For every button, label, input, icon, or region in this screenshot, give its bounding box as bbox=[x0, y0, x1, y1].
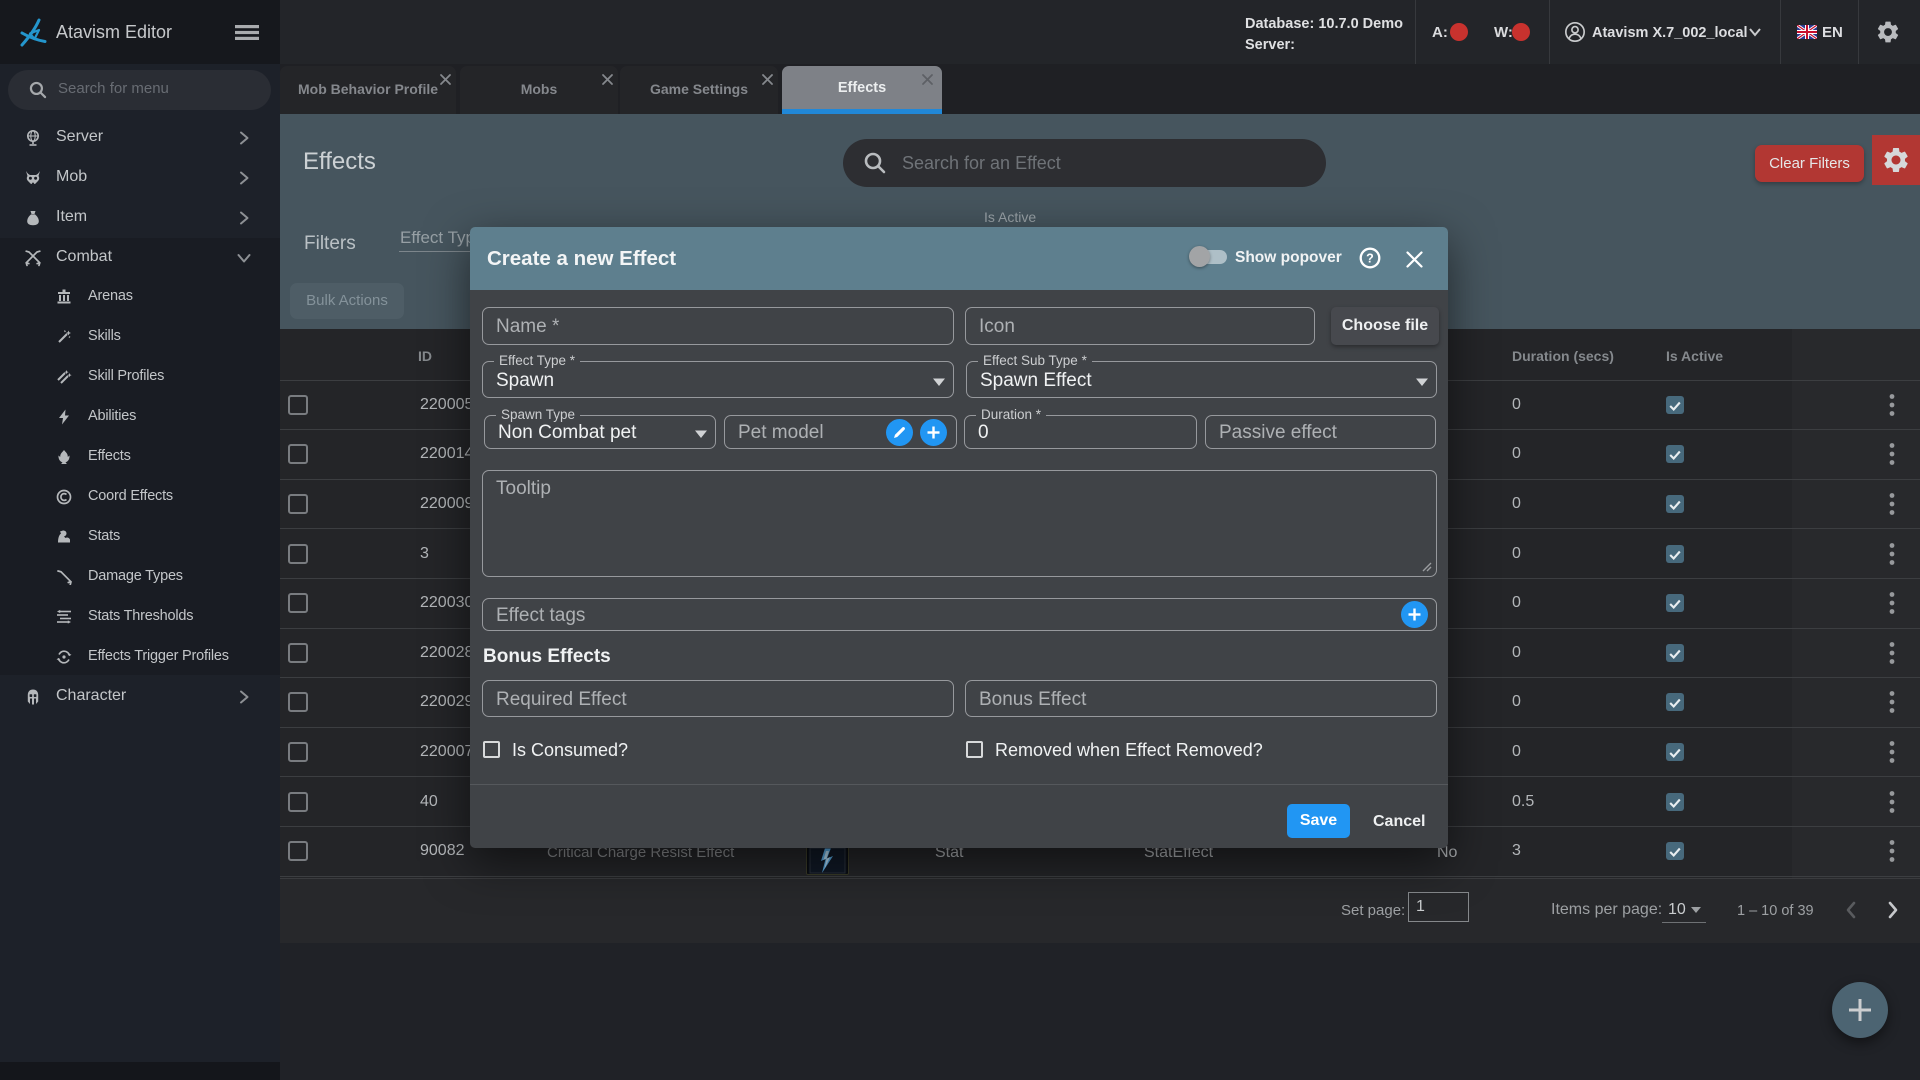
svg-text:?: ? bbox=[1366, 252, 1374, 266]
